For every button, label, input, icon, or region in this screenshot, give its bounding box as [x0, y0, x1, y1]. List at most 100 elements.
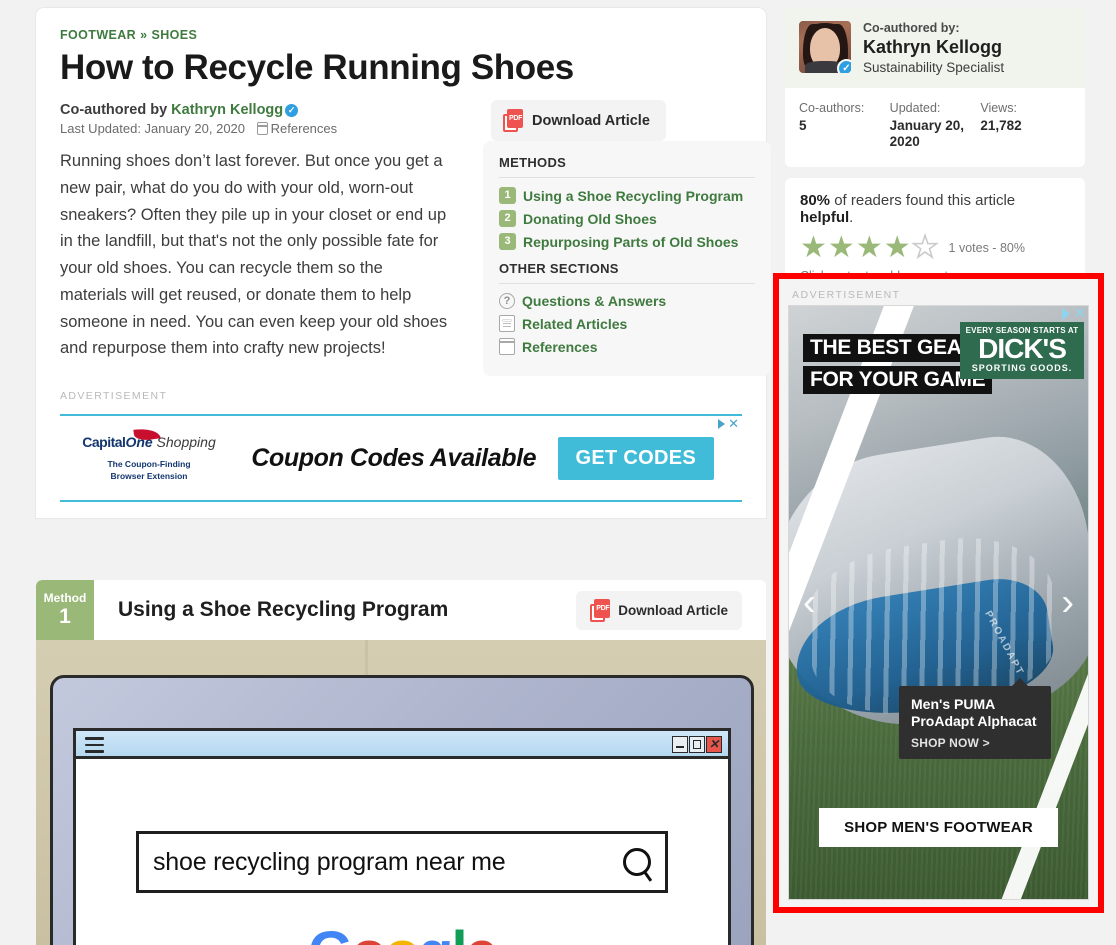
stat-coauthors: Co-authors: 5: [799, 101, 890, 152]
toc-other-label: References: [522, 338, 598, 355]
avatar: ✓: [799, 21, 851, 73]
ad-choices-controls[interactable]: ✕: [718, 417, 739, 430]
method-1-title: Using a Shoe Recycling Program: [118, 598, 449, 621]
right-ad-creative[interactable]: PROADAPT ✕ THE BEST GEAR FOR YOUR GAME E…: [788, 305, 1089, 900]
star-icon-1[interactable]: ★: [800, 233, 827, 263]
references-link[interactable]: References: [271, 121, 337, 136]
brand-shopping: Shopping: [152, 433, 216, 450]
page-title: How to Recycle Running Shoes: [60, 48, 574, 87]
product-tooltip[interactable]: Men's PUMA ProAdapt Alphacat SHOP NOW >: [899, 677, 1051, 759]
stat-updated: Updated: January 20, 2020: [890, 101, 981, 152]
page-root: FOOTWEAR » SHOES How to Recycle Running Sh…: [0, 0, 1116, 945]
toc-method-label: Using a Shoe Recycling Program: [523, 187, 744, 204]
ad-choices-controls[interactable]: ✕: [1062, 306, 1086, 321]
references-icon: [499, 338, 515, 355]
toc-method-1[interactable]: 1 Using a Shoe Recycling Program: [499, 184, 755, 207]
method-badge: Method 1: [36, 580, 94, 640]
carousel-next-arrow-icon[interactable]: ›: [1061, 581, 1074, 624]
toc-method-2[interactable]: 2 Donating Old Shoes: [499, 207, 755, 230]
maximize-icon: [689, 736, 705, 753]
pdf-icon: PDF: [503, 109, 523, 132]
star-icon-3[interactable]: ★: [856, 233, 883, 263]
toc-method-3[interactable]: 3 Repurposing Parts of Old Shoes: [499, 230, 755, 253]
center-ad-headline: Coupon Codes Available: [251, 443, 537, 472]
search-query-text: shoe recycling program near me: [153, 847, 506, 876]
download-article-button-method[interactable]: PDF Download Article: [576, 590, 742, 630]
browser-window-mockup: ✕ shoe recycling program near me Google: [73, 728, 731, 945]
center-ad-banner[interactable]: ✕ CapitalOne Shopping The Coupon-Finding…: [60, 414, 742, 502]
toc-other-label: Questions & Answers: [522, 293, 667, 309]
toc-other-heading: OTHER SECTIONS: [499, 261, 755, 284]
helpful-statement: 80% of readers found this article helpfu…: [800, 192, 1070, 226]
pdf-icon: PDF: [590, 598, 611, 622]
main-content-column: FOOTWEAR » SHOES How to Recycle Running Sh…: [36, 8, 771, 945]
shop-mens-footwear-button[interactable]: SHOP MEN'S FOOTWEAR: [819, 808, 1058, 847]
close-icon[interactable]: ✕: [728, 417, 739, 430]
toc-other-label: Related Articles: [522, 315, 628, 332]
helpful-bold-word: helpful: [800, 209, 850, 227]
references-icon: [256, 122, 268, 136]
method-1-illustration: ✕ shoe recycling program near me Google: [36, 640, 766, 945]
method-number-badge: 2: [499, 210, 516, 227]
kicker-line-1: THE BEST GEAR: [803, 334, 984, 362]
center-ad-container: ✕ CapitalOne Shopping The Coupon-Finding…: [60, 406, 742, 518]
table-of-contents: METHODS 1 Using a Shoe Recycling Program…: [483, 141, 771, 376]
illustration-search-field: shoe recycling program near me: [136, 831, 668, 893]
google-logo: Google: [76, 919, 728, 945]
stat-views: Views: 21,782: [980, 101, 1071, 152]
hamburger-menu-icon: [85, 737, 104, 757]
get-codes-button[interactable]: GET CODES: [557, 436, 714, 480]
adchoices-icon[interactable]: [718, 419, 726, 429]
toc-questions-answers[interactable]: ? Questions & Answers: [499, 290, 755, 312]
stat-value: 21,782: [980, 117, 1022, 133]
coauthored-label: Co-authored by:: [863, 21, 960, 35]
star-icon-4[interactable]: ★: [884, 233, 911, 263]
product-name-line-1: Men's PUMA: [911, 695, 996, 712]
adchoices-icon[interactable]: [1062, 308, 1071, 320]
breadcrumb-parent[interactable]: FOOTWEAR: [60, 28, 136, 42]
brand-sub-text: SPORTING GOODS.: [971, 363, 1073, 373]
author-link[interactable]: Kathryn Kellogg: [171, 102, 283, 118]
toc-methods-heading: METHODS: [499, 155, 755, 178]
article-stats: Co-authors: 5 Updated: January 20, 2020 …: [785, 88, 1085, 168]
helpful-percent: 80%: [800, 192, 831, 210]
author-card: ✓ Co-authored by: Kathryn Kellogg Sustai…: [785, 8, 1085, 168]
stat-value: 5: [799, 117, 807, 133]
toc-references[interactable]: References: [499, 335, 755, 358]
close-icon: ✕: [706, 736, 722, 753]
logo-letter: e: [466, 920, 498, 945]
stat-value: January 20, 2020: [889, 117, 964, 150]
browser-titlebar: ✕: [76, 731, 728, 759]
brand-capital: Capital: [82, 433, 126, 450]
pdf-badge-text: PDF: [509, 115, 523, 122]
stat-label: Updated:: [889, 100, 941, 115]
breadcrumb-child[interactable]: SHOES: [151, 28, 197, 42]
author-summary: ✓ Co-authored by: Kathryn Kellogg Sustai…: [785, 8, 1085, 88]
highlighted-ad-region: ADVERTISEMENT PROADAPT ✕ THE BEST GEAR F…: [773, 273, 1104, 913]
breadcrumb: FOOTWEAR » SHOES: [60, 28, 742, 42]
carousel-prev-arrow-icon[interactable]: ‹: [803, 581, 816, 624]
star-rating[interactable]: ★ ★ ★ ★ ★: [800, 232, 939, 264]
star-icon-2[interactable]: ★: [828, 233, 855, 263]
download-article-button-top[interactable]: PDF Download Article: [491, 100, 666, 141]
logo-letter: o: [351, 920, 386, 945]
question-icon: ?: [499, 293, 515, 309]
toc-method-label: Repurposing Parts of Old Shoes: [523, 233, 739, 250]
verified-icon: ✓: [837, 59, 851, 73]
helpful-period: .: [849, 209, 854, 227]
sidebar: ✓ Co-authored by: Kathryn Kellogg Sustai…: [785, 8, 1085, 300]
search-icon: [623, 848, 651, 876]
dicks-sporting-goods-logo: EVERY SEASON STARTS AT DICK'S SPORTING G…: [960, 322, 1084, 379]
rating-row: ★ ★ ★ ★ ★ 1 votes - 80%: [800, 232, 1070, 264]
method-number-badge: 1: [499, 187, 516, 204]
logo-letter: g: [418, 920, 453, 945]
star-icon-5[interactable]: ★: [911, 232, 939, 264]
author-name[interactable]: Kathryn Kellogg: [863, 36, 1004, 59]
minimize-icon: [672, 736, 688, 753]
toc-related-articles[interactable]: Related Articles: [499, 312, 755, 335]
close-icon[interactable]: ✕: [1073, 306, 1086, 321]
last-updated-text: Last Updated: January 20, 2020: [60, 121, 246, 137]
product-shop-now-link[interactable]: SHOP NOW >: [911, 736, 1039, 750]
method-badge-number: 1: [59, 604, 71, 628]
tagline-line-2: Browser Extension: [110, 470, 188, 481]
